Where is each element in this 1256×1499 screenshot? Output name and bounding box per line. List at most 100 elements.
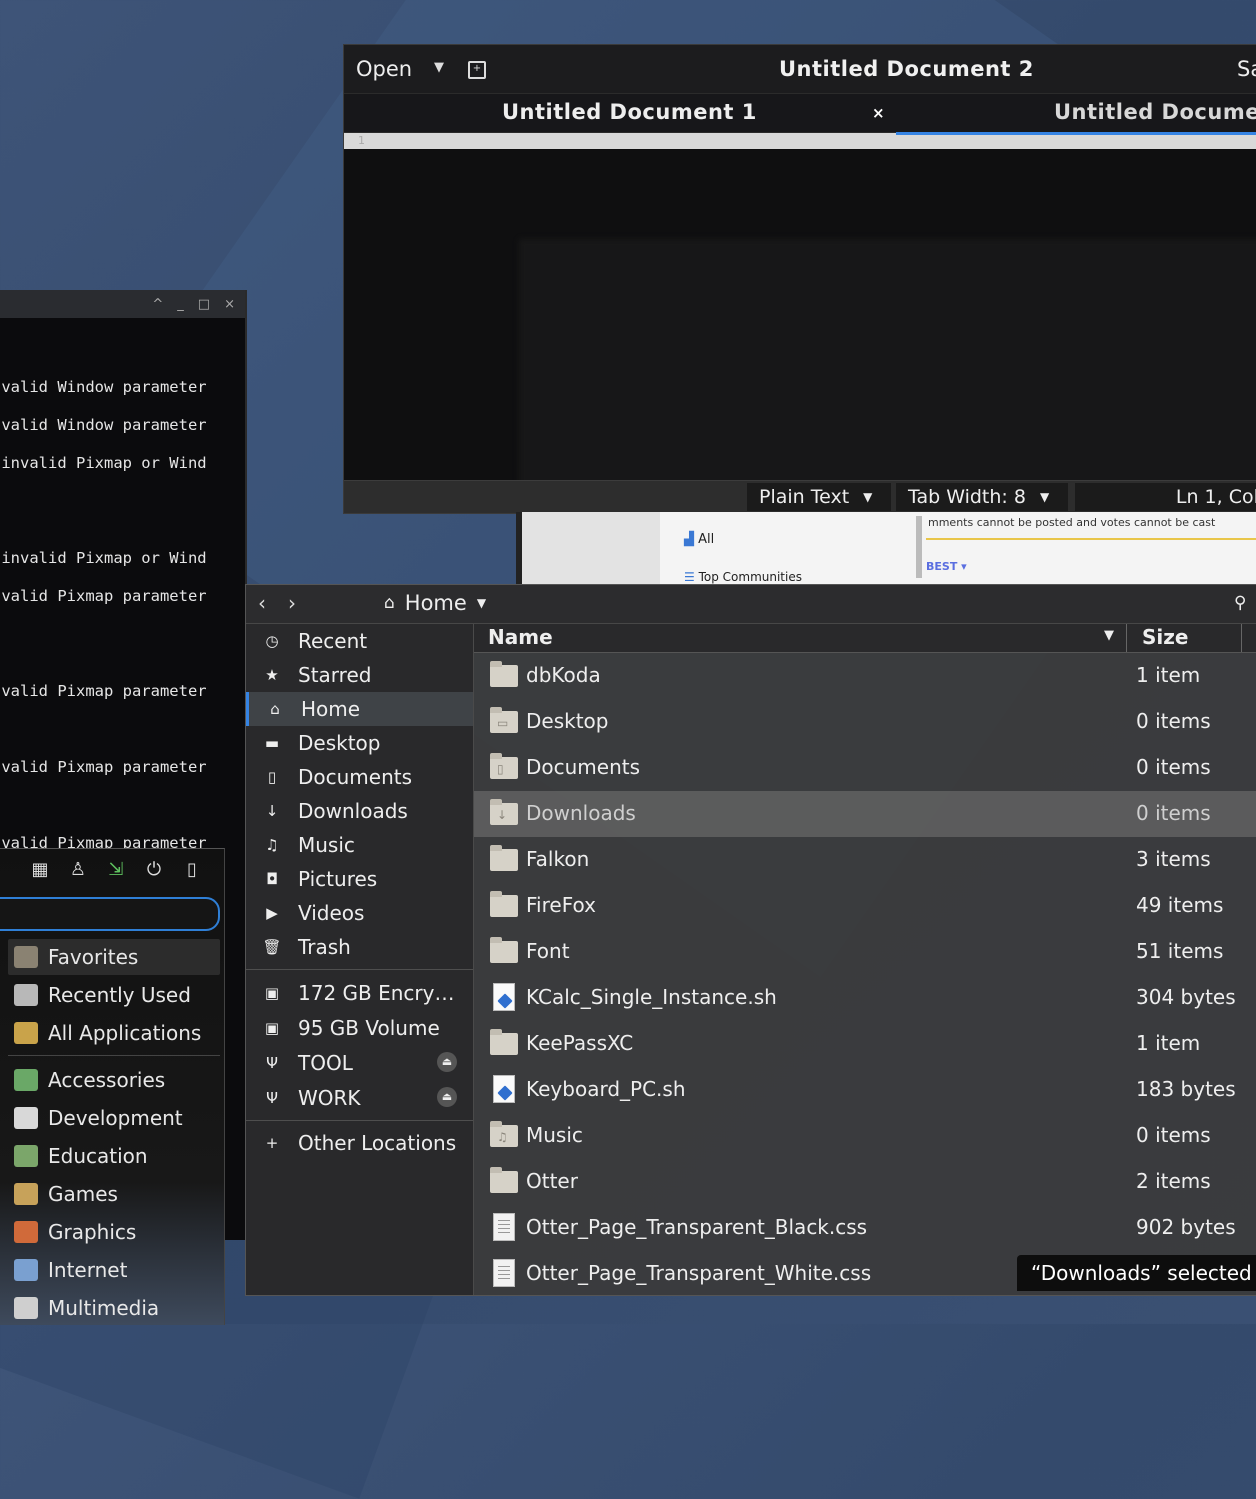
logout-icon[interactable]: ⇲ (104, 857, 128, 881)
close-tab-icon[interactable]: × (872, 104, 885, 122)
tab-untitled-document-2[interactable]: Untitled Documen (896, 94, 1256, 135)
cursor-position[interactable]: Ln 1, Col 1 (1075, 483, 1256, 511)
sidebar-place-icon: ⌂ (270, 700, 280, 718)
sidebar-item-desktop[interactable]: ▬ Desktop (246, 726, 473, 760)
sort-descending-icon[interactable]: ▼ (1104, 628, 1114, 643)
file-row[interactable]: Font 51 items (474, 929, 1256, 975)
back-button[interactable]: ‹ (258, 591, 266, 615)
sidebar-item-starred[interactable]: ★ Starred (246, 658, 473, 692)
file-size: 51 items (1136, 939, 1224, 963)
sidebar-item-home[interactable]: ⌂ Home (246, 692, 473, 726)
forward-button[interactable]: › (288, 591, 296, 615)
folder-icon: ▯ (490, 753, 518, 781)
chevron-down-icon[interactable]: ▼ (434, 60, 444, 75)
save-button[interactable]: Sa (1237, 57, 1256, 81)
file-size: 2 items (1136, 1169, 1211, 1193)
menu-item-favorites[interactable]: Favorites (8, 939, 220, 975)
sidebar-item-music[interactable]: ♫ Music (246, 828, 473, 862)
menu-item-internet[interactable]: Internet (8, 1252, 220, 1288)
minimize-button[interactable]: _ (177, 297, 184, 312)
file-row[interactable]: dbKoda 1 item (474, 653, 1256, 699)
folder-icon (490, 845, 518, 873)
terminal-line: (invalid Pixmap or Wind (0, 454, 207, 472)
application-menu[interactable]: ▦ ♙ ⇲ ⏻ ▯ Favorites Recently Used All Appl… (0, 848, 225, 1325)
script-file-icon (490, 983, 518, 1011)
file-row[interactable]: ↓ Downloads 0 items (474, 791, 1256, 837)
sidebar-item-recent[interactable]: ◷ Recent (246, 624, 473, 658)
menu-item-education[interactable]: Education (8, 1138, 220, 1174)
close-button[interactable]: × (224, 297, 235, 312)
text-editor-window[interactable]: Open ▼ + Untitled Document 2 Sa Untitled… (343, 44, 1256, 514)
language-selector[interactable]: Plain Text ▼ (747, 483, 891, 511)
file-row[interactable]: KeePassXC 1 item (474, 1021, 1256, 1067)
sidebar-place-icon: ▯ (267, 768, 277, 786)
window-title: Untitled Document 2 (779, 57, 1034, 81)
tab-width-selector[interactable]: Tab Width: 8 ▼ (896, 483, 1068, 511)
sidebar-item-documents[interactable]: ▯ Documents (246, 760, 473, 794)
selection-status-toast: “Downloads” selected (1017, 1255, 1256, 1291)
eject-icon[interactable]: ⏏ (437, 1052, 457, 1072)
search-icon[interactable]: ⚲ (1234, 593, 1246, 613)
settings-icon[interactable]: ▦ (28, 857, 52, 881)
column-divider[interactable] (1241, 624, 1242, 652)
sort-dropdown[interactable]: BEST ▾ (926, 560, 967, 573)
sidebar-item-pictures[interactable]: ◘ Pictures (246, 862, 473, 896)
multimedia-icon (14, 1297, 38, 1319)
file-row[interactable]: FireFox 49 items (474, 883, 1256, 929)
file-list-view[interactable]: Name ▼ Size dbKoda 1 item ▭ Desktop 0 items ▯… (474, 624, 1256, 1295)
sleep-icon[interactable]: ▯ (180, 857, 204, 881)
path-bar-home[interactable]: ⌂ Home ▼ (384, 591, 486, 615)
menu-item-graphics[interactable]: Graphics (8, 1214, 220, 1250)
eject-icon[interactable]: ⏏ (437, 1087, 457, 1107)
folder-icon (490, 1167, 518, 1195)
sidebar-item-trash[interactable]: 🗑 Trash (246, 930, 473, 964)
file-size: 0 items (1136, 709, 1211, 733)
tab-untitled-document-1[interactable]: Untitled Document 1 × (344, 94, 895, 132)
file-row[interactable]: ▯ Documents 0 items (474, 745, 1256, 791)
menu-search-input[interactable] (0, 897, 220, 931)
scrollbar[interactable] (916, 516, 922, 578)
current-line[interactable]: 1 (344, 133, 1256, 149)
menu-item-games[interactable]: Games (8, 1176, 220, 1212)
maximize-button[interactable]: □ (198, 297, 210, 312)
file-row[interactable]: Otter 2 items (474, 1159, 1256, 1205)
editor-text-area[interactable] (344, 149, 1256, 480)
sidebar-item-downloads[interactable]: ↓ Downloads (246, 794, 473, 828)
sidebar-item-172-gb-encry-[interactable]: ▣ 172 GB Encry… (246, 975, 473, 1010)
name-column-header[interactable]: Name (488, 625, 553, 649)
file-size: 49 items (1136, 893, 1224, 917)
size-column-header[interactable]: Size (1142, 625, 1188, 649)
menu-item-development[interactable]: Development (8, 1100, 220, 1136)
nav-top-communities[interactable]: ☰ Top Communities (684, 570, 802, 584)
sidebar-item-95-gb-volume[interactable]: ▣ 95 GB Volume (246, 1010, 473, 1045)
file-row[interactable]: Falkon 3 items (474, 837, 1256, 883)
sidebar-place-icon: ▣ (264, 1018, 280, 1037)
file-row[interactable]: Keyboard_PC.sh 183 bytes (474, 1067, 1256, 1113)
lock-screen-icon[interactable]: ♙ (66, 857, 90, 881)
sidebar-item-tool[interactable]: Ψ TOOL ⏏ (246, 1045, 473, 1080)
sidebar-item-other-locations[interactable]: + Other Locations (246, 1126, 473, 1160)
sidebar-item-work[interactable]: Ψ WORK ⏏ (246, 1080, 473, 1115)
file-manager-window[interactable]: ‹ › ⌂ Home ▼ ⚲ ◷ Recent ★ Starred ⌂ Home ▬ Desk… (245, 584, 1256, 1296)
file-row[interactable]: ♫ Music 0 items (474, 1113, 1256, 1159)
file-name: Otter_Page_Transparent_White.css (526, 1261, 872, 1285)
menu-item-multimedia[interactable]: Multimedia (8, 1290, 220, 1325)
new-document-icon[interactable]: + (468, 61, 486, 79)
menu-item-accessories[interactable]: Accessories (8, 1062, 220, 1098)
power-icon[interactable]: ⏻ (142, 857, 166, 881)
window-shade-button[interactable]: ^ (152, 297, 163, 312)
development-icon (14, 1107, 38, 1129)
file-row[interactable]: Otter_Page_Transparent_Black.css 902 byte… (474, 1205, 1256, 1251)
file-row[interactable]: ▭ Desktop 0 items (474, 699, 1256, 745)
folder-icon: ▭ (490, 707, 518, 735)
sidebar-item-videos[interactable]: ▶ Videos (246, 896, 473, 930)
terminal-titlebar[interactable]: ^ _ □ × (0, 290, 245, 318)
open-button[interactable]: Open (356, 57, 412, 81)
all-apps-icon (14, 1022, 38, 1044)
file-row[interactable]: KCalc_Single_Instance.sh 304 bytes (474, 975, 1256, 1021)
nav-all[interactable]: ▟ All (684, 532, 714, 547)
menu-item-all-applications[interactable]: All Applications (8, 1015, 220, 1051)
column-divider[interactable] (1126, 624, 1127, 652)
sidebar-place-icon: ↓ (265, 802, 279, 820)
menu-item-recently-used[interactable]: Recently Used (8, 977, 220, 1013)
